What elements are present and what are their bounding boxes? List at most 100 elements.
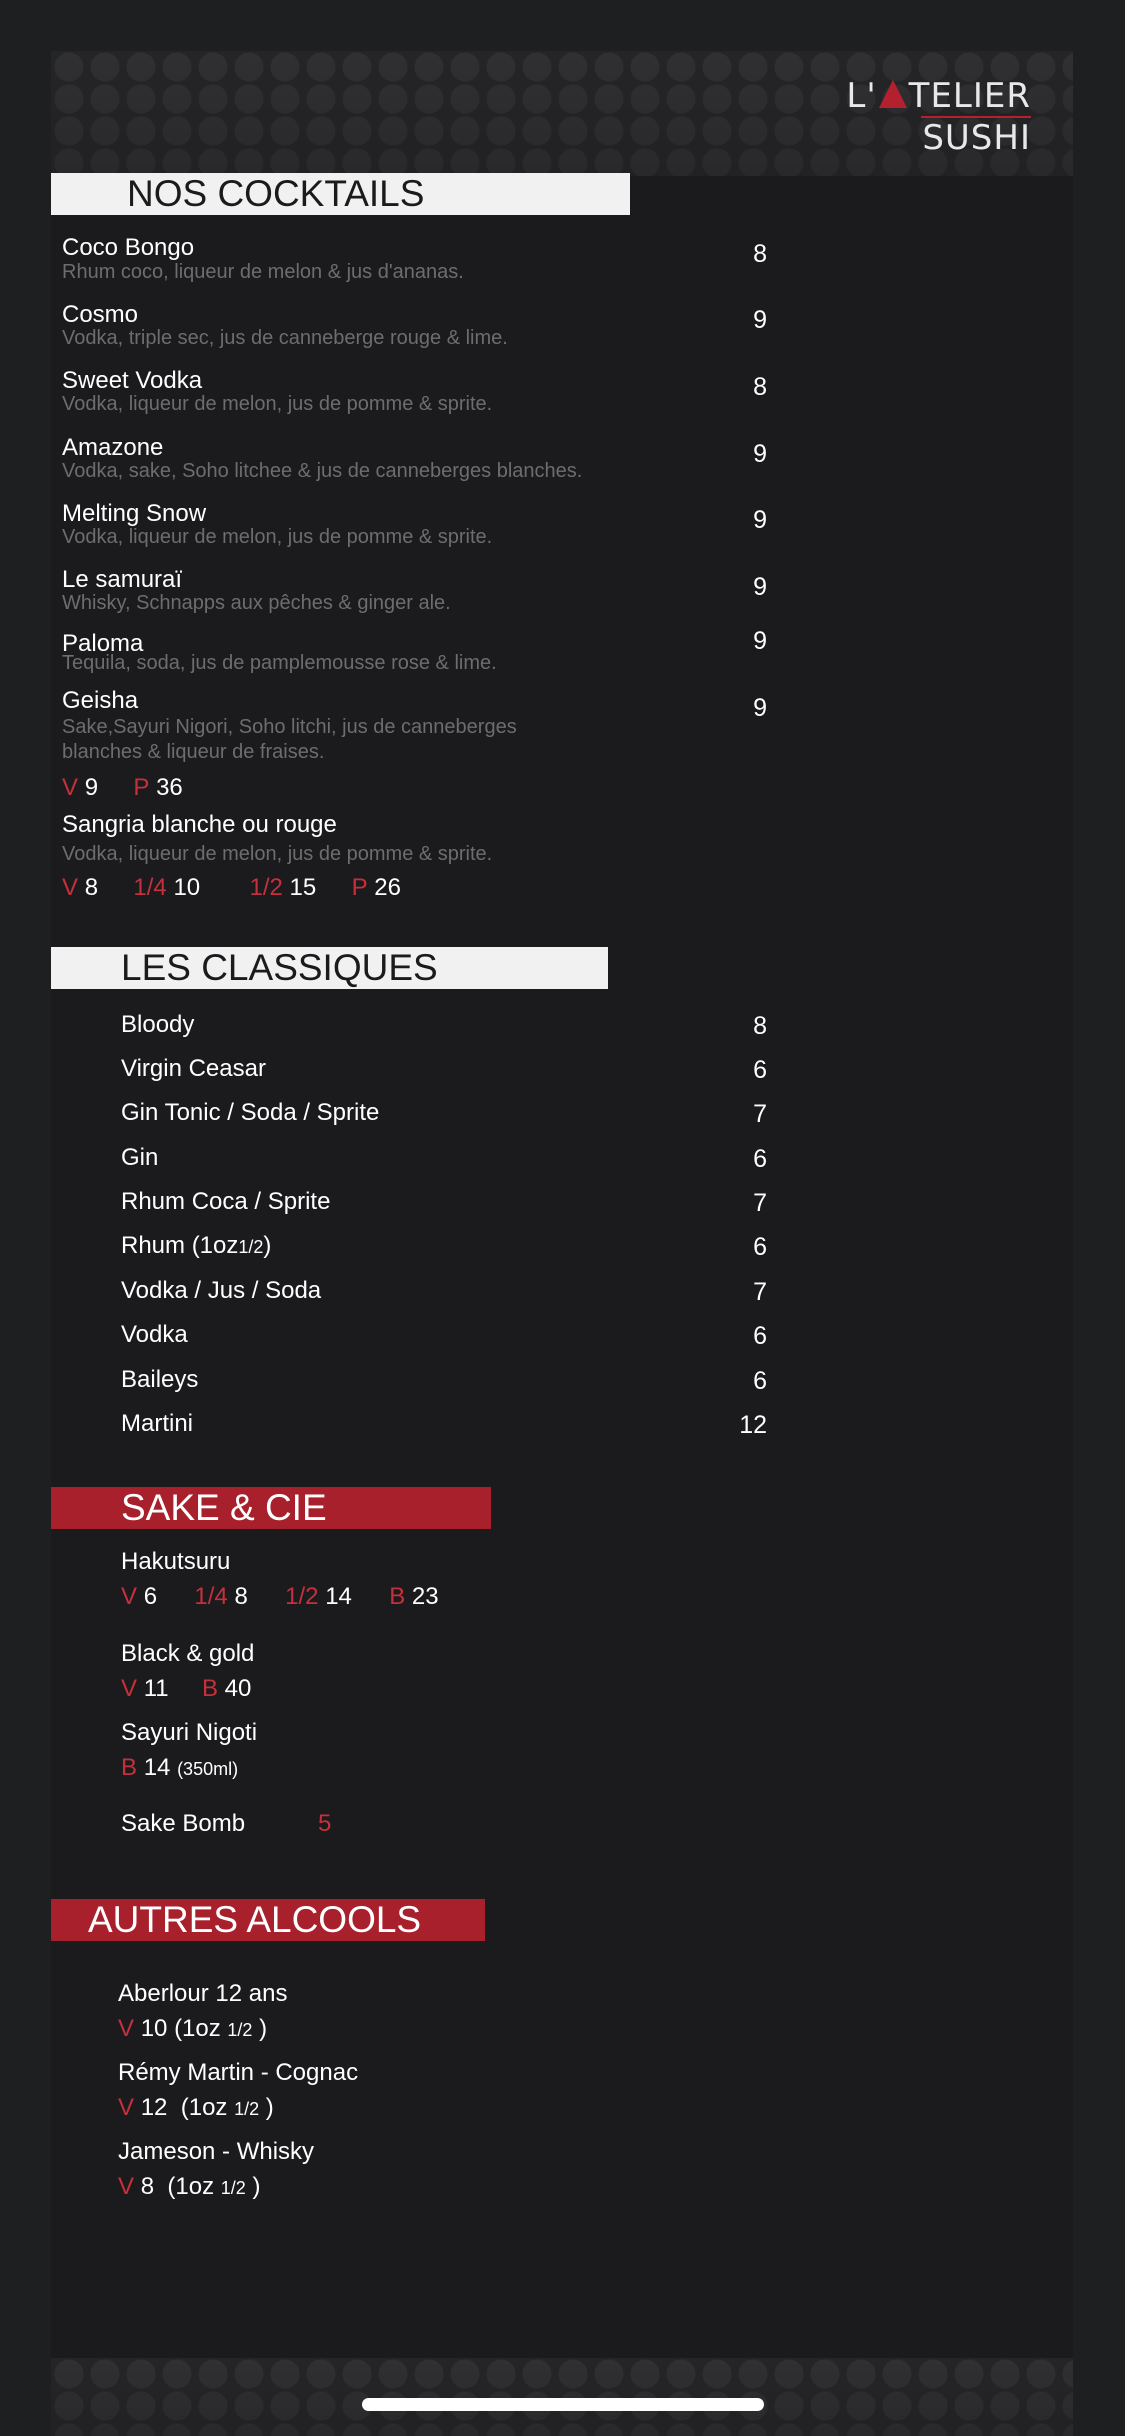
size-label: V	[62, 874, 79, 901]
size-label: V	[118, 2094, 135, 2121]
classique-name: Vodka	[121, 1321, 188, 1348]
sake-bomb-price: 5	[318, 1810, 332, 1837]
size-value: 10	[173, 874, 201, 901]
size-value: 14	[325, 1583, 352, 1610]
classique-price: 6	[753, 1056, 767, 1084]
size-value: 8	[140, 2173, 155, 2200]
triangle-logo-icon	[878, 80, 907, 108]
section-classiques-header: LES CLASSIQUES	[51, 947, 608, 989]
pour-close: )	[265, 2094, 274, 2121]
classique-price: 7	[753, 1189, 767, 1217]
cocktail-desc: Vodka, triple sec, jus de canneberge rou…	[62, 327, 508, 349]
classique-name-fraction: 1/2	[238, 1237, 264, 1257]
section-sake-title: SAKE & CIE	[121, 1487, 327, 1528]
classique-name: Baileys	[121, 1366, 199, 1393]
classique-price: 7	[753, 1100, 767, 1128]
size-label: V	[121, 1675, 138, 1702]
size-value: 9	[84, 774, 99, 801]
size-label: 1/2	[285, 1583, 319, 1610]
cocktail-desc: Vodka, liqueur de melon, jus de pomme & …	[62, 393, 493, 415]
pour-close: )	[252, 2173, 261, 2200]
cocktail-price: 9	[753, 440, 767, 468]
classique-name: Virgin Ceasar	[121, 1055, 266, 1082]
classique-name-main: Rhum (1oz	[121, 1232, 239, 1259]
cocktail-price: 8	[753, 240, 767, 268]
classique-name: Rhum Coca / Sprite	[121, 1188, 331, 1215]
section-cocktails-title: NOS COCKTAILS	[127, 173, 425, 214]
sake-bomb-name: Sake Bomb	[121, 1810, 246, 1837]
section-autres-title: AUTRES ALCOOLS	[88, 1899, 422, 1940]
size-value: 10	[140, 2015, 168, 2042]
cocktail-name: Sweet Vodka	[62, 367, 203, 394]
classique-price: 6	[753, 1322, 767, 1350]
sake-size-prices: V 11 B 40	[121, 1675, 251, 1703]
size-note: (350ml)	[177, 1759, 239, 1779]
alcool-name: Aberlour 12 ans	[118, 1980, 288, 2007]
sake-name: Hakutsuru	[121, 1548, 231, 1575]
pour-fraction: 1/2	[234, 2099, 260, 2119]
section-classiques-title: LES CLASSIQUES	[121, 947, 438, 988]
cocktail-desc: Whisky, Schnapps aux pêches & ginger ale…	[62, 592, 451, 614]
size-label: V	[118, 2173, 135, 2200]
section-sake-header: SAKE & CIE	[51, 1487, 491, 1529]
classique-price: 8	[753, 1012, 767, 1040]
classique-name: Gin Tonic / Soda / Sprite	[121, 1099, 380, 1126]
sangria-size-prices: V 8 1/4 10 1/2 15 P 26	[62, 874, 401, 902]
brand-line1-left: L'	[846, 76, 877, 116]
classique-name: Gin	[121, 1144, 159, 1171]
pour-size: (1oz	[174, 2015, 221, 2042]
pour-size: (1oz	[167, 2173, 215, 2200]
size-label: 1/4	[133, 874, 167, 901]
brand-line1: L' TELIER	[846, 76, 1031, 116]
alcool-price: V 10 (1oz 1/2 )	[118, 2015, 267, 2043]
cocktail-price: 9	[753, 506, 767, 534]
sangria-name: Sangria blanche ou rouge	[62, 811, 337, 838]
cocktail-desc-continued: blanches & liqueur de fraises.	[62, 741, 325, 763]
section-autres-header: AUTRES ALCOOLS	[51, 1899, 485, 1941]
cocktail-name: Geisha	[62, 687, 139, 714]
alcool-name: Jameson - Whisky	[118, 2138, 315, 2165]
size-label: B	[201, 1675, 218, 1702]
sangria-desc: Vodka, liqueur de melon, jus de pomme & …	[62, 843, 493, 865]
size-label: V	[118, 2015, 135, 2042]
brand-line2: SUSHI	[922, 118, 1031, 158]
home-indicator[interactable]	[362, 2398, 764, 2411]
size-label: V	[62, 774, 79, 801]
sake-size-prices: B 14 (350ml)	[121, 1754, 238, 1782]
alcool-price: V 8 (1oz 1/2 )	[118, 2173, 260, 2201]
size-value: 26	[374, 874, 401, 901]
cocktail-desc: Tequila, soda, jus de pamplemousse rose …	[62, 652, 497, 674]
size-label: P	[351, 874, 368, 901]
size-value: 8	[234, 1583, 248, 1610]
cocktail-name: Coco Bongo	[62, 234, 195, 261]
pour-size: (1oz	[180, 2094, 228, 2121]
cocktail-price: 9	[753, 306, 767, 334]
footer-pattern	[51, 2358, 1073, 2436]
size-label: V	[121, 1583, 138, 1610]
size-value: 8	[84, 874, 99, 901]
sake-name: Black & gold	[121, 1640, 255, 1667]
classique-name: Rhum (1oz1/2)	[121, 1232, 271, 1260]
cocktail-desc: Vodka, liqueur de melon, jus de pomme & …	[62, 526, 493, 548]
cocktail-name: Cosmo	[62, 301, 139, 328]
cocktail-price: 9	[753, 573, 767, 601]
classique-price: 7	[753, 1278, 767, 1306]
size-value: 23	[411, 1583, 439, 1610]
size-value: 40	[224, 1675, 252, 1702]
size-label: 1/4	[194, 1583, 228, 1610]
size-value: 11	[143, 1675, 169, 1702]
cocktail-desc: Rhum coco, liqueur de melon & jus d'anan…	[62, 261, 464, 283]
pour-fraction: 1/2	[220, 2178, 246, 2198]
classique-name: Martini	[121, 1410, 194, 1437]
size-value: 36	[156, 774, 183, 801]
size-value: 6	[143, 1583, 158, 1610]
cocktail-price: 8	[753, 373, 767, 401]
sake-size-prices: V 6 1/4 8 1/2 14 B 23	[121, 1583, 439, 1611]
cocktail-desc: Sake,Sayuri Nigori, Soho litchi, jus de …	[62, 716, 517, 738]
geisha-size-prices: V 9 P 36	[62, 774, 183, 802]
size-value: 12	[140, 2094, 168, 2121]
size-label: 1/2	[249, 874, 283, 901]
alcool-name: Rémy Martin - Cognac	[118, 2059, 359, 2086]
classique-name-close: )	[263, 1232, 272, 1259]
size-value: 15	[289, 874, 317, 901]
